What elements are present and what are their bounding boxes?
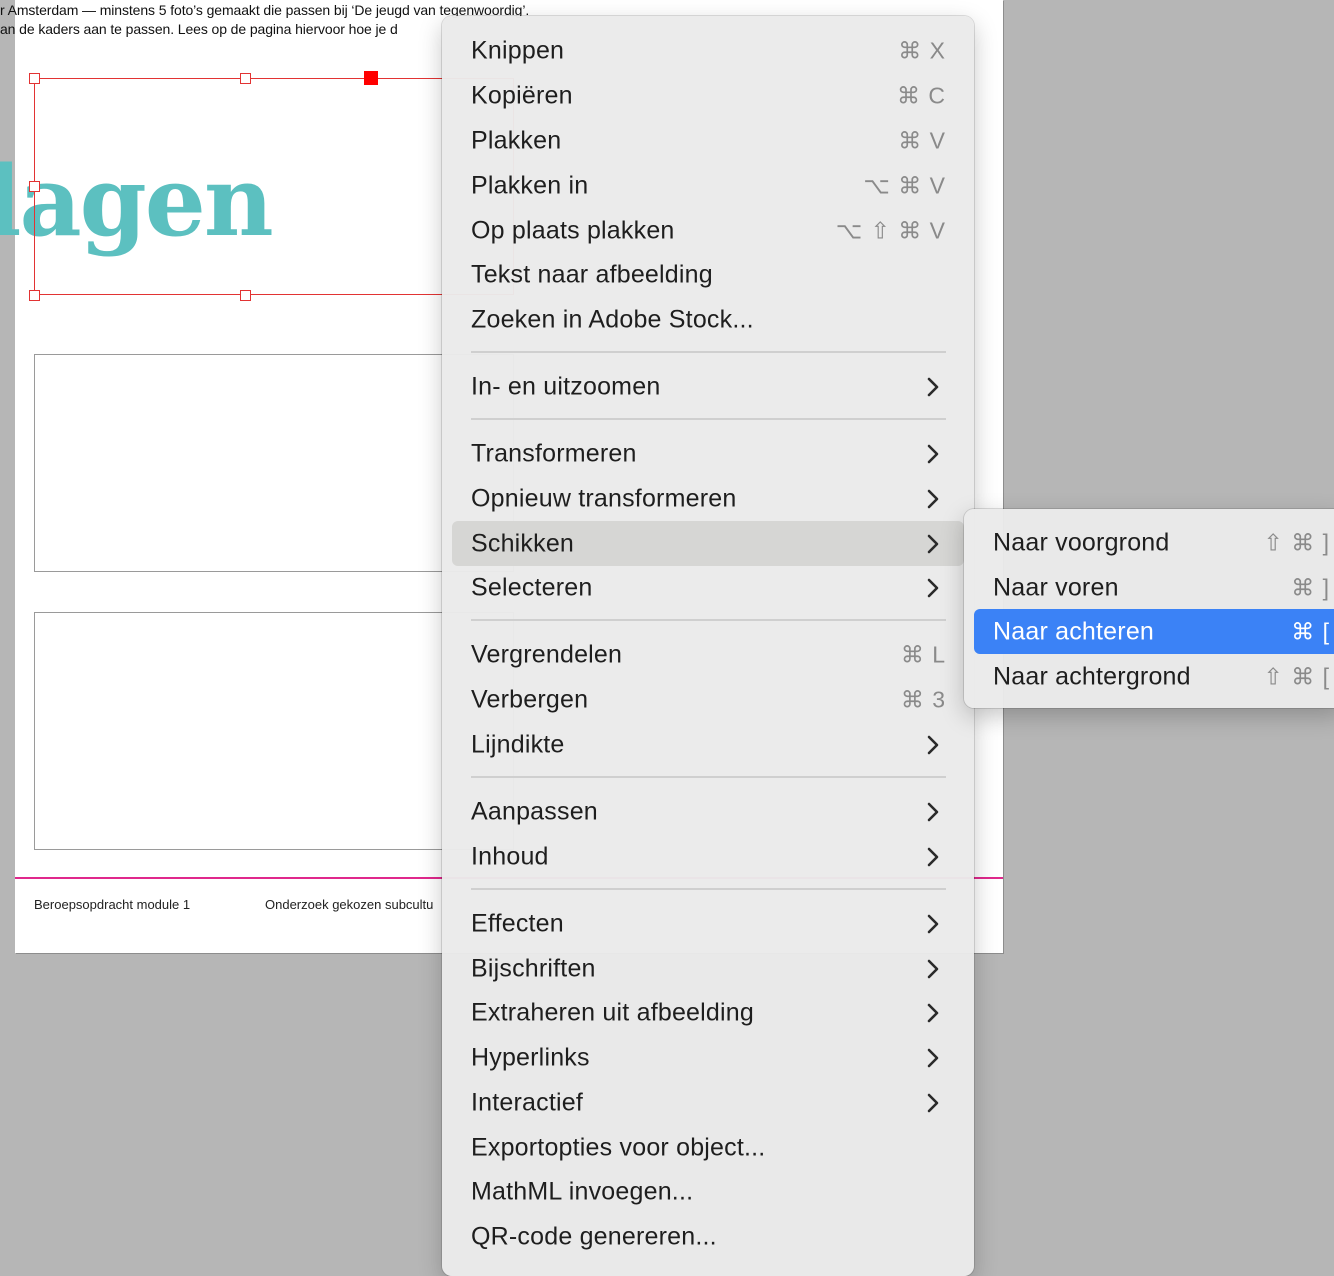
keyboard-shortcut: ⌘ [	[1291, 618, 1330, 644]
menu-item-label: Naar achteren	[993, 617, 1155, 645]
chevron-right-icon	[927, 578, 939, 597]
selection-handle-top-left[interactable]	[29, 73, 40, 84]
menu-item-interactief[interactable]: Interactief	[452, 1080, 964, 1125]
chevron-right-icon	[927, 534, 939, 553]
menu-item-label: Verbergen	[471, 685, 589, 713]
menu-item-knippen[interactable]: Knippen ⌘ X	[452, 28, 964, 73]
menu-item-extraheren-uit-afbeelding[interactable]: Extraheren uit afbeelding	[452, 990, 964, 1035]
menu-separator	[471, 776, 946, 778]
menu-item-plakken-in[interactable]: Plakken in ⌥ ⌘ V	[452, 163, 964, 208]
menu-item-label: Opnieuw transformeren	[471, 484, 737, 512]
menu-item-plakken[interactable]: Plakken ⌘ V	[452, 118, 964, 163]
arrange-submenu[interactable]: Naar voorgrond ⇧ ⌘ ] Naar voren ⌘ ] Naar ach…	[964, 509, 1334, 708]
menu-item-lijndikte[interactable]: Lijndikte	[452, 722, 964, 767]
submenu-item-naar-achteren[interactable]: Naar achteren ⌘ [	[974, 609, 1334, 654]
body-text-line-2: an de kaders aan te passen. Lees op de p…	[0, 21, 398, 37]
chevron-right-icon	[927, 1048, 939, 1067]
menu-item-aanpassen[interactable]: Aanpassen	[452, 789, 964, 834]
menu-item-verbergen[interactable]: Verbergen ⌘ 3	[452, 677, 964, 722]
chevron-right-icon	[927, 802, 939, 821]
chevron-right-icon	[927, 959, 939, 978]
chevron-right-icon	[927, 489, 939, 508]
menu-item-effecten[interactable]: Effecten	[452, 901, 964, 946]
keyboard-shortcut: ⇧ ⌘ [	[1263, 663, 1330, 689]
chevron-right-icon	[927, 1093, 939, 1112]
chevron-right-icon	[927, 444, 939, 463]
menu-item-label: Plakken in	[471, 171, 589, 199]
menu-item-bijschriften[interactable]: Bijschriften	[452, 946, 964, 991]
menu-item-inhoud[interactable]: Inhoud	[452, 834, 964, 879]
selection-handle-top-middle[interactable]	[240, 73, 251, 84]
menu-item-qr-code-genereren[interactable]: QR-code genereren...	[452, 1214, 964, 1259]
selection-handle-bottom-left[interactable]	[29, 290, 40, 301]
menu-item-in-en-uitzoomen[interactable]: In- en uitzoomen	[452, 364, 964, 409]
menu-item-label: Plakken	[471, 126, 562, 154]
keyboard-shortcut: ⌥ ⇧ ⌘ V	[835, 217, 946, 243]
chevron-right-icon	[927, 1003, 939, 1022]
menu-item-label: Inhoud	[471, 842, 549, 870]
menu-separator	[471, 418, 946, 420]
menu-item-label: Selecteren	[471, 573, 593, 601]
selection-handle-bottom-middle[interactable]	[240, 290, 251, 301]
menu-item-label: Naar voorgrond	[993, 528, 1170, 556]
submenu-item-naar-voren[interactable]: Naar voren ⌘ ]	[974, 565, 1334, 610]
selection-handle-left-middle[interactable]	[29, 181, 40, 192]
chevron-right-icon	[927, 847, 939, 866]
chevron-right-icon	[927, 914, 939, 933]
menu-item-label: Naar voren	[993, 573, 1119, 601]
menu-item-label: Effecten	[471, 909, 564, 937]
menu-item-mathml-invoegen[interactable]: MathML invoegen...	[452, 1169, 964, 1214]
menu-item-label: Aanpassen	[471, 797, 598, 825]
menu-separator	[471, 619, 946, 621]
menu-item-label: Zoeken in Adobe Stock...	[471, 305, 754, 333]
keyboard-shortcut: ⌘ L	[900, 641, 946, 667]
menu-item-label: Transformeren	[471, 439, 637, 467]
menu-item-label: Naar achtergrond	[993, 662, 1191, 690]
submenu-item-naar-achtergrond[interactable]: Naar achtergrond ⇧ ⌘ [	[974, 654, 1334, 699]
menu-item-label: Hyperlinks	[471, 1043, 590, 1071]
menu-item-label: In- en uitzoomen	[471, 372, 661, 400]
menu-item-label: Interactief	[471, 1088, 583, 1116]
menu-item-label: Exportopties voor object...	[471, 1133, 766, 1161]
keyboard-shortcut: ⌘ C	[897, 82, 946, 108]
menu-item-label: Bijschriften	[471, 954, 596, 982]
menu-item-label: Lijndikte	[471, 730, 565, 758]
menu-item-vergrendelen[interactable]: Vergrendelen ⌘ L	[452, 632, 964, 677]
menu-separator	[471, 888, 946, 890]
menu-item-selecteren[interactable]: Selecteren	[452, 565, 964, 610]
keyboard-shortcut: ⇧ ⌘ ]	[1263, 529, 1330, 555]
chevron-right-icon	[927, 377, 939, 396]
menu-item-label: Tekst naar afbeelding	[471, 260, 713, 288]
keyboard-shortcut: ⌘ ]	[1291, 574, 1330, 600]
submenu-item-naar-voorgrond[interactable]: Naar voorgrond ⇧ ⌘ ]	[974, 520, 1334, 565]
menu-item-transformeren[interactable]: Transformeren	[452, 431, 964, 476]
menu-item-label: MathML invoegen...	[471, 1177, 694, 1205]
menu-item-label: Extraheren uit afbeelding	[471, 998, 754, 1026]
keyboard-shortcut: ⌥ ⌘ V	[863, 172, 946, 198]
menu-item-op-plaats-plakken[interactable]: Op plaats plakken ⌥ ⇧ ⌘ V	[452, 208, 964, 253]
menu-item-label: Vergrendelen	[471, 640, 623, 668]
chevron-right-icon	[927, 735, 939, 754]
menu-item-opnieuw-transformeren[interactable]: Opnieuw transformeren	[452, 476, 964, 521]
keyboard-shortcut: ⌘ V	[898, 127, 946, 153]
footer-center-text: Onderzoek gekozen subcultu	[265, 897, 434, 912]
menu-item-exportopties-voor-object[interactable]: Exportopties voor object...	[452, 1125, 964, 1170]
menu-item-label: Kopiëren	[471, 81, 573, 109]
selection-handle-top-right[interactable]	[364, 71, 378, 85]
menu-item-kopieren[interactable]: Kopiëren ⌘ C	[452, 73, 964, 118]
menu-item-label: Knippen	[471, 36, 565, 64]
keyboard-shortcut: ⌘ X	[898, 37, 946, 63]
menu-item-label: QR-code genereren...	[471, 1222, 717, 1250]
menu-item-schikken[interactable]: Schikken	[452, 521, 964, 566]
footer-left-text: Beroepsopdracht module 1	[34, 897, 191, 912]
menu-item-label: Schikken	[471, 529, 575, 557]
keyboard-shortcut: ⌘ 3	[900, 686, 946, 712]
menu-item-tekst-naar-afbeelding[interactable]: Tekst naar afbeelding	[452, 252, 964, 297]
menu-separator	[471, 351, 946, 353]
menu-item-label: Op plaats plakken	[471, 216, 675, 244]
context-menu[interactable]: Knippen ⌘ X Kopiëren ⌘ C Plakken ⌘ V Plakken i…	[442, 16, 974, 1276]
menu-item-hyperlinks[interactable]: Hyperlinks	[452, 1035, 964, 1080]
menu-item-zoeken-in-adobe-stock[interactable]: Zoeken in Adobe Stock...	[452, 297, 964, 342]
